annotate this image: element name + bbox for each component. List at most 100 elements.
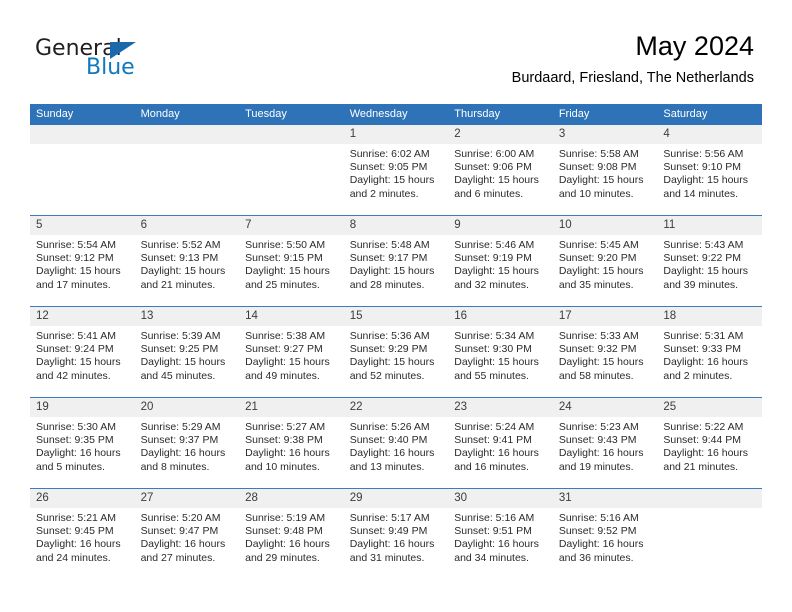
calendar-day-cell[interactable]: 2 Sunrise: 6:00 AM Sunset: 9:06 PM Daylight… — [448, 125, 553, 216]
general-blue-logo[interactable]: General Blue — [35, 38, 235, 88]
weekday-header-wednesday: Wednesday — [343, 104, 449, 125]
calendar-day-cell[interactable]: 9 Sunrise: 5:46 AM Sunset: 9:19 PM Daylight… — [448, 215, 553, 307]
calendar-day-cell[interactable]: 16 Sunrise: 5:34 AM Sunset: 9:30 PM Dayligh… — [448, 306, 553, 398]
daylight-duration-line2: and 28 minutes. — [349, 278, 425, 291]
sunrise-time: Sunrise: 5:34 AM — [454, 330, 535, 342]
calendar-day-cell[interactable]: 5 Sunrise: 5:54 AM Sunset: 9:12 PM Daylight… — [30, 215, 135, 307]
day-cell-content: 9 Sunrise: 5:46 AM Sunset: 9:19 PM Daylight… — [448, 216, 553, 306]
calendar-day-cell-empty — [657, 488, 762, 579]
day-cell-content: 15 Sunrise: 5:36 AM Sunset: 9:29 PM Dayligh… — [343, 307, 449, 397]
daylight-duration-line2: and 8 minutes. — [140, 460, 210, 473]
calendar-day-cell[interactable]: 7 Sunrise: 5:50 AM Sunset: 9:15 PM Daylight… — [239, 215, 344, 307]
day-sun-info: Sunrise: 5:16 AM Sunset: 9:51 PM Daylight:… — [448, 508, 553, 565]
daylight-duration-line1: Daylight: 16 hours — [245, 538, 330, 551]
day-number: 2 — [448, 125, 553, 144]
day-number: 28 — [239, 489, 344, 508]
calendar-day-cell[interactable]: 15 Sunrise: 5:36 AM Sunset: 9:29 PM Dayligh… — [343, 306, 449, 398]
calendar-day-cell[interactable]: 23 Sunrise: 5:24 AM Sunset: 9:41 PM Dayligh… — [448, 397, 553, 489]
sunset-time: Sunset: 9:29 PM — [349, 343, 428, 356]
sunrise-time: Sunrise: 5:48 AM — [349, 239, 430, 251]
daylight-duration-line2: and 31 minutes. — [349, 551, 425, 564]
day-number: 20 — [134, 398, 240, 417]
day-cell-content: 22 Sunrise: 5:26 AM Sunset: 9:40 PM Dayligh… — [343, 398, 449, 488]
calendar-day-cell[interactable]: 28 Sunrise: 5:19 AM Sunset: 9:48 PM Dayligh… — [239, 488, 344, 579]
day-cell-content: 1 Sunrise: 6:02 AM Sunset: 9:05 PM Daylight… — [343, 125, 449, 215]
day-cell-content: 8 Sunrise: 5:48 AM Sunset: 9:17 PM Daylight… — [343, 216, 449, 306]
daylight-duration-line2: and 16 minutes. — [454, 460, 529, 473]
day-sun-info: Sunrise: 5:21 AM Sunset: 9:45 PM Daylight:… — [30, 508, 135, 565]
daylight-duration-line2: and 58 minutes. — [558, 369, 634, 382]
sunset-time: Sunset: 9:38 PM — [245, 434, 323, 447]
daylight-duration-line1: Daylight: 15 hours — [36, 356, 121, 369]
sunrise-time: Sunrise: 5:56 AM — [663, 148, 744, 160]
sunset-time: Sunset: 9:13 PM — [140, 252, 219, 265]
calendar-day-cell[interactable]: 6 Sunrise: 5:52 AM Sunset: 9:13 PM Daylight… — [134, 215, 240, 307]
calendar-day-cell[interactable]: 19 Sunrise: 5:30 AM Sunset: 9:35 PM Dayligh… — [30, 397, 135, 489]
day-sun-info: Sunrise: 5:17 AM Sunset: 9:49 PM Daylight:… — [344, 508, 449, 565]
day-sun-info: Sunrise: 5:34 AM Sunset: 9:30 PM Daylight:… — [448, 326, 553, 383]
calendar-day-cell[interactable]: 13 Sunrise: 5:39 AM Sunset: 9:25 PM Dayligh… — [134, 306, 240, 398]
calendar-day-cell[interactable]: 20 Sunrise: 5:29 AM Sunset: 9:37 PM Dayligh… — [134, 397, 240, 489]
day-number: 12 — [30, 307, 135, 326]
sunrise-time: Sunrise: 5:45 AM — [558, 239, 639, 251]
day-number: 1 — [343, 125, 449, 144]
day-sun-info — [657, 508, 762, 512]
calendar-day-cell[interactable]: 27 Sunrise: 5:20 AM Sunset: 9:47 PM Dayligh… — [134, 488, 240, 579]
sunset-time: Sunset: 9:20 PM — [558, 252, 637, 265]
day-sun-info: Sunrise: 5:20 AM Sunset: 9:47 PM Daylight:… — [135, 508, 240, 565]
calendar-day-cell[interactable]: 8 Sunrise: 5:48 AM Sunset: 9:17 PM Daylight… — [343, 215, 449, 307]
calendar-day-cell[interactable]: 26 Sunrise: 5:21 AM Sunset: 9:45 PM Dayligh… — [30, 488, 135, 579]
calendar-day-cell[interactable]: 12 Sunrise: 5:41 AM Sunset: 9:24 PM Dayligh… — [30, 306, 135, 398]
sunrise-time: Sunrise: 5:20 AM — [140, 512, 221, 524]
daylight-duration-line1: Daylight: 16 hours — [245, 447, 330, 460]
day-cell-content: 19 Sunrise: 5:30 AM Sunset: 9:35 PM Dayligh… — [30, 398, 135, 488]
daylight-duration-line1: Daylight: 15 hours — [349, 174, 435, 187]
daylight-duration-line2: and 45 minutes. — [140, 369, 216, 382]
day-number: 25 — [657, 398, 762, 417]
day-cell-content: 18 Sunrise: 5:31 AM Sunset: 9:33 PM Dayligh… — [657, 307, 762, 397]
daylight-duration-line2: and 52 minutes. — [349, 369, 425, 382]
daylight-duration-line1: Daylight: 16 hours — [36, 447, 121, 460]
calendar-day-cell[interactable]: 18 Sunrise: 5:31 AM Sunset: 9:33 PM Dayligh… — [657, 306, 762, 398]
daylight-duration-line2: and 6 minutes. — [454, 187, 524, 200]
daylight-duration-line1: Daylight: 15 hours — [245, 265, 330, 278]
sunrise-time: Sunrise: 5:38 AM — [245, 330, 326, 342]
calendar-week-row: 19 Sunrise: 5:30 AM Sunset: 9:35 PM Dayligh… — [30, 397, 762, 489]
calendar-day-cell[interactable]: 25 Sunrise: 5:22 AM Sunset: 9:44 PM Dayligh… — [657, 397, 762, 489]
day-number: 26 — [30, 489, 135, 508]
day-sun-info — [30, 144, 135, 148]
day-number: 27 — [134, 489, 240, 508]
calendar-day-cell[interactable]: 11 Sunrise: 5:43 AM Sunset: 9:22 PM Dayligh… — [657, 215, 762, 307]
sunset-time: Sunset: 9:12 PM — [36, 252, 114, 265]
calendar-day-cell[interactable]: 4 Sunrise: 5:56 AM Sunset: 9:10 PM Daylight… — [657, 125, 762, 216]
calendar-day-cell[interactable]: 14 Sunrise: 5:38 AM Sunset: 9:27 PM Dayligh… — [239, 306, 344, 398]
weekday-header-monday: Monday — [134, 104, 240, 125]
daylight-duration-line2: and 25 minutes. — [245, 278, 320, 291]
location-subtitle: Burdaard, Friesland, The Netherlands — [511, 70, 754, 86]
sunrise-time: Sunrise: 5:54 AM — [36, 239, 116, 251]
calendar-day-cell[interactable]: 1 Sunrise: 6:02 AM Sunset: 9:05 PM Daylight… — [343, 125, 449, 216]
daylight-duration-line2: and 32 minutes. — [454, 278, 529, 291]
calendar-day-cell[interactable]: 24 Sunrise: 5:23 AM Sunset: 9:43 PM Dayligh… — [552, 397, 658, 489]
day-sun-info: Sunrise: 5:33 AM Sunset: 9:32 PM Daylight:… — [553, 326, 658, 383]
calendar-day-cell[interactable]: 30 Sunrise: 5:16 AM Sunset: 9:51 PM Dayligh… — [448, 488, 553, 579]
calendar-day-cell[interactable]: 31 Sunrise: 5:16 AM Sunset: 9:52 PM Dayligh… — [552, 488, 658, 579]
day-cell-content: 27 Sunrise: 5:20 AM Sunset: 9:47 PM Dayligh… — [134, 489, 240, 579]
daylight-duration-line1: Daylight: 15 hours — [558, 356, 644, 369]
logo-text-blue: Blue — [86, 55, 135, 80]
day-number: 16 — [448, 307, 553, 326]
day-number: 14 — [239, 307, 344, 326]
calendar-day-cell[interactable]: 10 Sunrise: 5:45 AM Sunset: 9:20 PM Dayligh… — [552, 215, 658, 307]
sunrise-time: Sunrise: 5:24 AM — [454, 421, 535, 433]
calendar-day-cell[interactable]: 29 Sunrise: 5:17 AM Sunset: 9:49 PM Dayligh… — [343, 488, 449, 579]
day-number: 11 — [657, 216, 762, 235]
calendar-day-cell[interactable]: 21 Sunrise: 5:27 AM Sunset: 9:38 PM Dayligh… — [239, 397, 344, 489]
sunset-time: Sunset: 9:08 PM — [558, 161, 637, 174]
daylight-duration-line2: and 27 minutes. — [140, 551, 216, 564]
calendar-day-cell[interactable]: 17 Sunrise: 5:33 AM Sunset: 9:32 PM Dayligh… — [552, 306, 658, 398]
day-cell-content: 7 Sunrise: 5:50 AM Sunset: 9:15 PM Daylight… — [239, 216, 344, 306]
daylight-duration-line2: and 42 minutes. — [36, 369, 111, 382]
calendar-day-cell[interactable]: 22 Sunrise: 5:26 AM Sunset: 9:40 PM Dayligh… — [343, 397, 449, 489]
calendar-day-cell[interactable]: 3 Sunrise: 5:58 AM Sunset: 9:08 PM Daylight… — [552, 125, 658, 216]
day-number — [30, 125, 135, 144]
